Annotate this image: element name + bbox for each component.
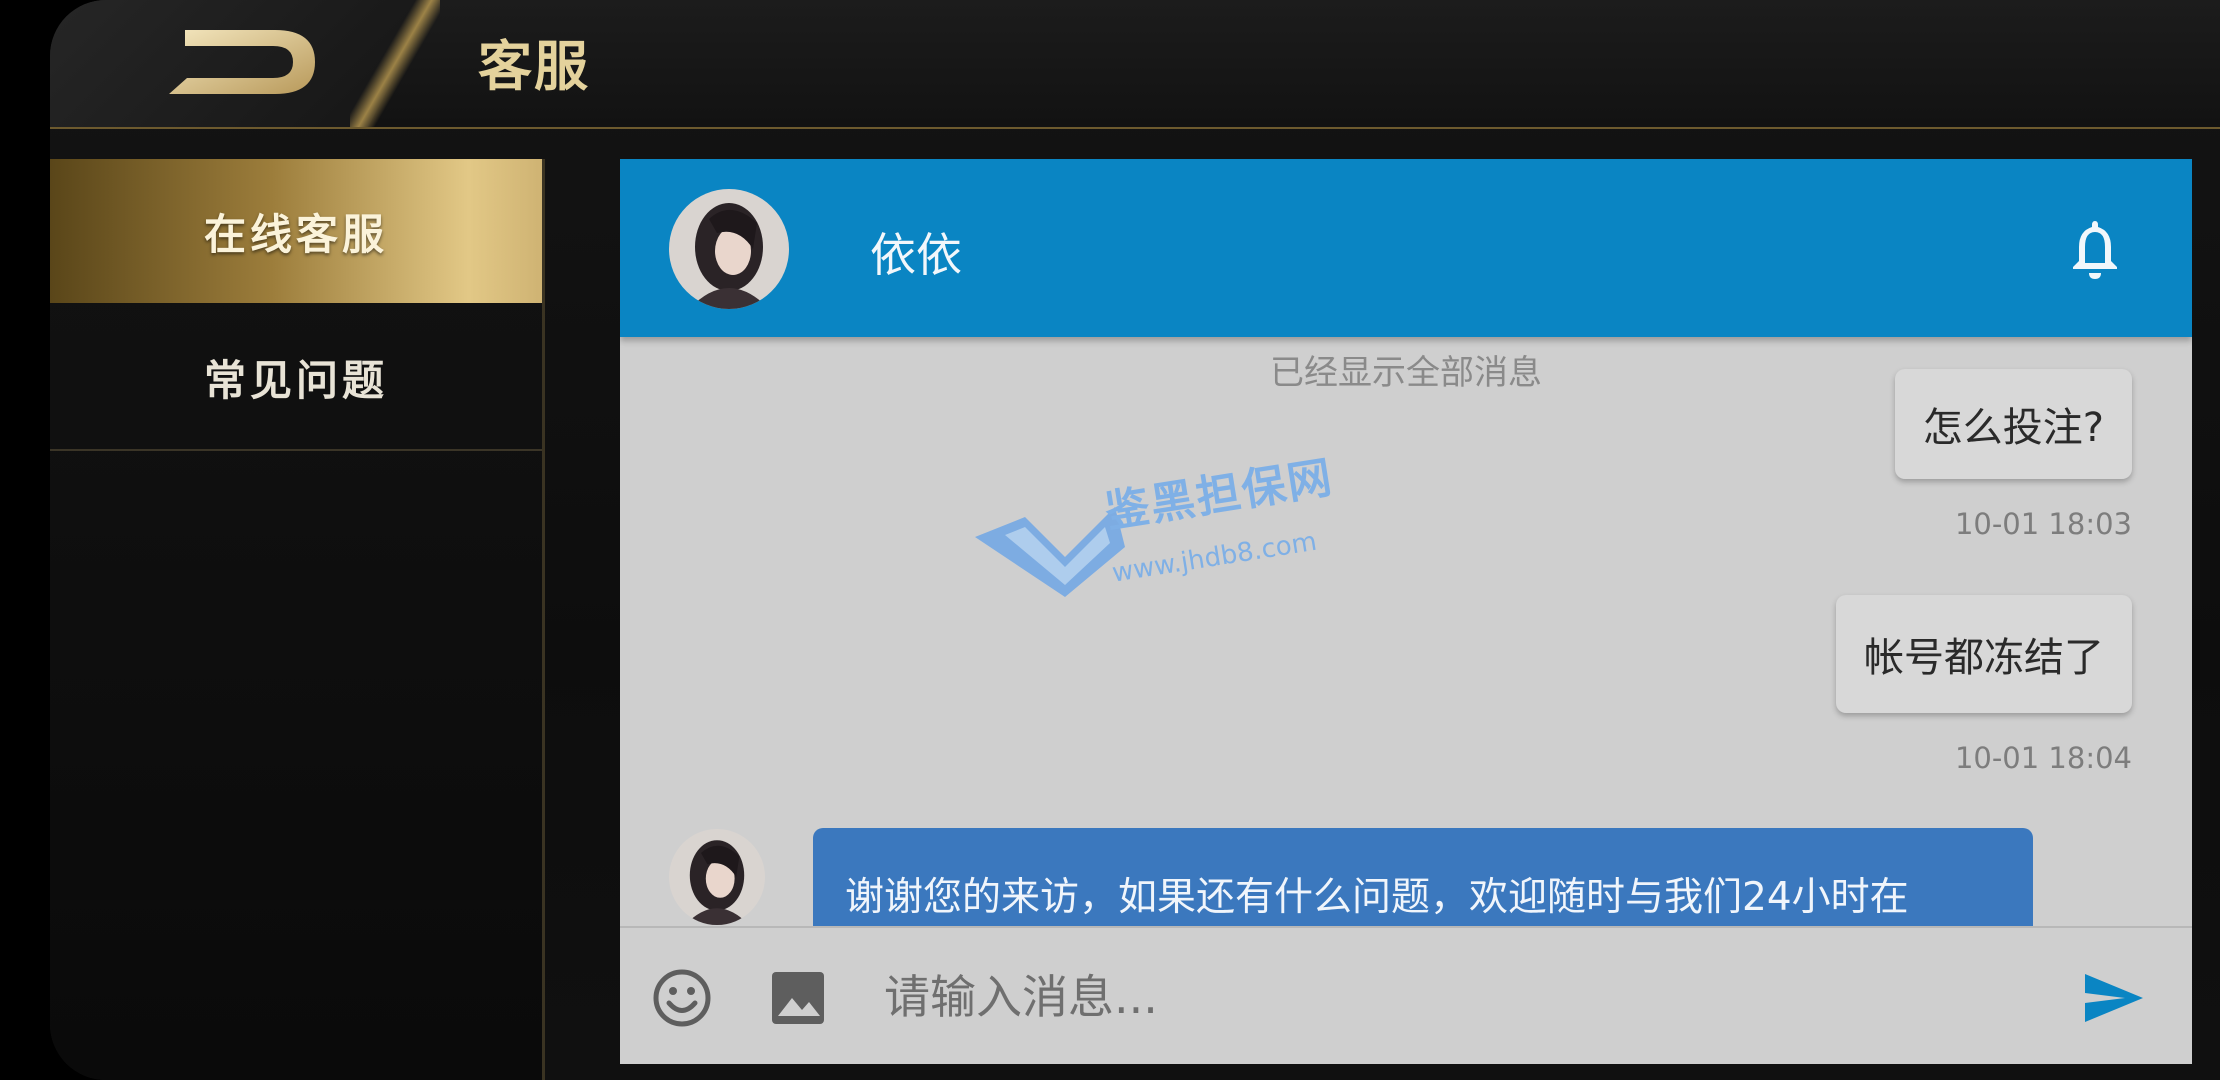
agent-name: 依依 xyxy=(870,228,962,282)
message-timestamp: 10-01 18:03 xyxy=(1954,507,2132,541)
sidebar-item-label: 在线客服 xyxy=(203,209,388,259)
message-text: 怎么投注? xyxy=(1922,405,2104,451)
sidebar-item-online-service[interactable]: 在线客服 xyxy=(50,159,542,303)
emoji-icon[interactable] xyxy=(652,968,712,1028)
user-message-bubble[interactable]: 帐号都冻结了 xyxy=(1836,595,2132,713)
back-logo-icon xyxy=(169,30,315,94)
header-divider xyxy=(350,0,440,127)
bell-icon[interactable] xyxy=(2065,217,2125,281)
message-text: 谢谢您的来访，如果还有什么问题，欢迎随时与我们24小时在 xyxy=(845,875,1909,920)
chat-header: 依依 xyxy=(620,159,2192,337)
top-header: 客服 xyxy=(50,0,2220,129)
input-bar xyxy=(620,926,2192,1064)
send-icon[interactable] xyxy=(2083,972,2145,1024)
message-timestamp: 10-01 18:04 xyxy=(1954,741,2132,775)
message-text: 帐号都冻结了 xyxy=(1864,635,2104,681)
message-input[interactable] xyxy=(882,956,1986,1038)
app-window: 客服 在线客服 常见问题 依依 已经显示全部消息 怎么投注? 10-01 18:… xyxy=(50,0,2220,1080)
sidebar-item-label: 常见问题 xyxy=(203,355,388,405)
image-icon[interactable] xyxy=(770,970,826,1026)
agent-avatar[interactable] xyxy=(669,189,789,309)
sidebar-item-faq[interactable]: 常见问题 xyxy=(50,305,542,451)
agent-avatar[interactable] xyxy=(669,829,765,925)
page-title: 客服 xyxy=(478,35,590,98)
user-message-bubble[interactable]: 怎么投注? xyxy=(1894,369,2132,479)
chat-panel: 依依 已经显示全部消息 怎么投注? 10-01 18:03 帐号都冻结了 10-… xyxy=(620,159,2192,1064)
sidebar: 在线客服 常见问题 xyxy=(50,159,545,1080)
